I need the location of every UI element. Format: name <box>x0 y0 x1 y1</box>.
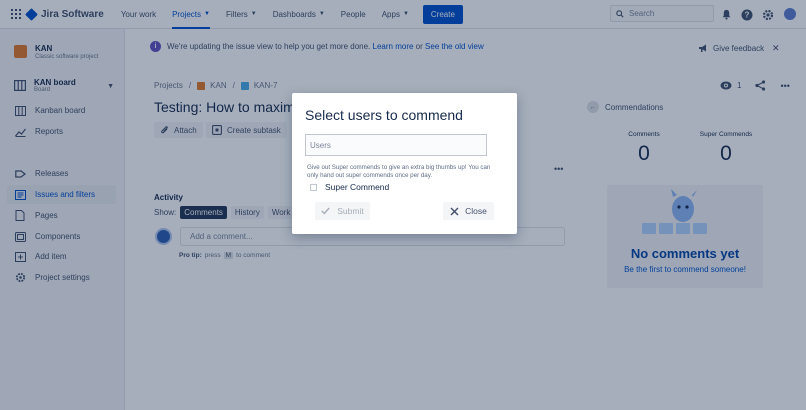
submit-label: Submit <box>337 206 364 216</box>
super-commend-help: Give out Super commends to give an extra… <box>307 164 491 179</box>
modal-title: Select users to commend <box>305 107 463 123</box>
super-commend-option[interactable]: Super Commend <box>310 182 389 192</box>
super-commend-label: Super Commend <box>325 182 390 192</box>
users-input[interactable] <box>305 134 487 156</box>
submit-button[interactable]: Submit <box>315 202 370 220</box>
close-label: Close <box>465 206 487 216</box>
commend-modal: Select users to commend Give out Super c… <box>292 93 517 234</box>
close-button[interactable]: Close <box>443 202 494 220</box>
close-icon <box>450 207 459 215</box>
check-icon <box>321 207 330 215</box>
super-commend-checkbox[interactable] <box>310 183 317 191</box>
